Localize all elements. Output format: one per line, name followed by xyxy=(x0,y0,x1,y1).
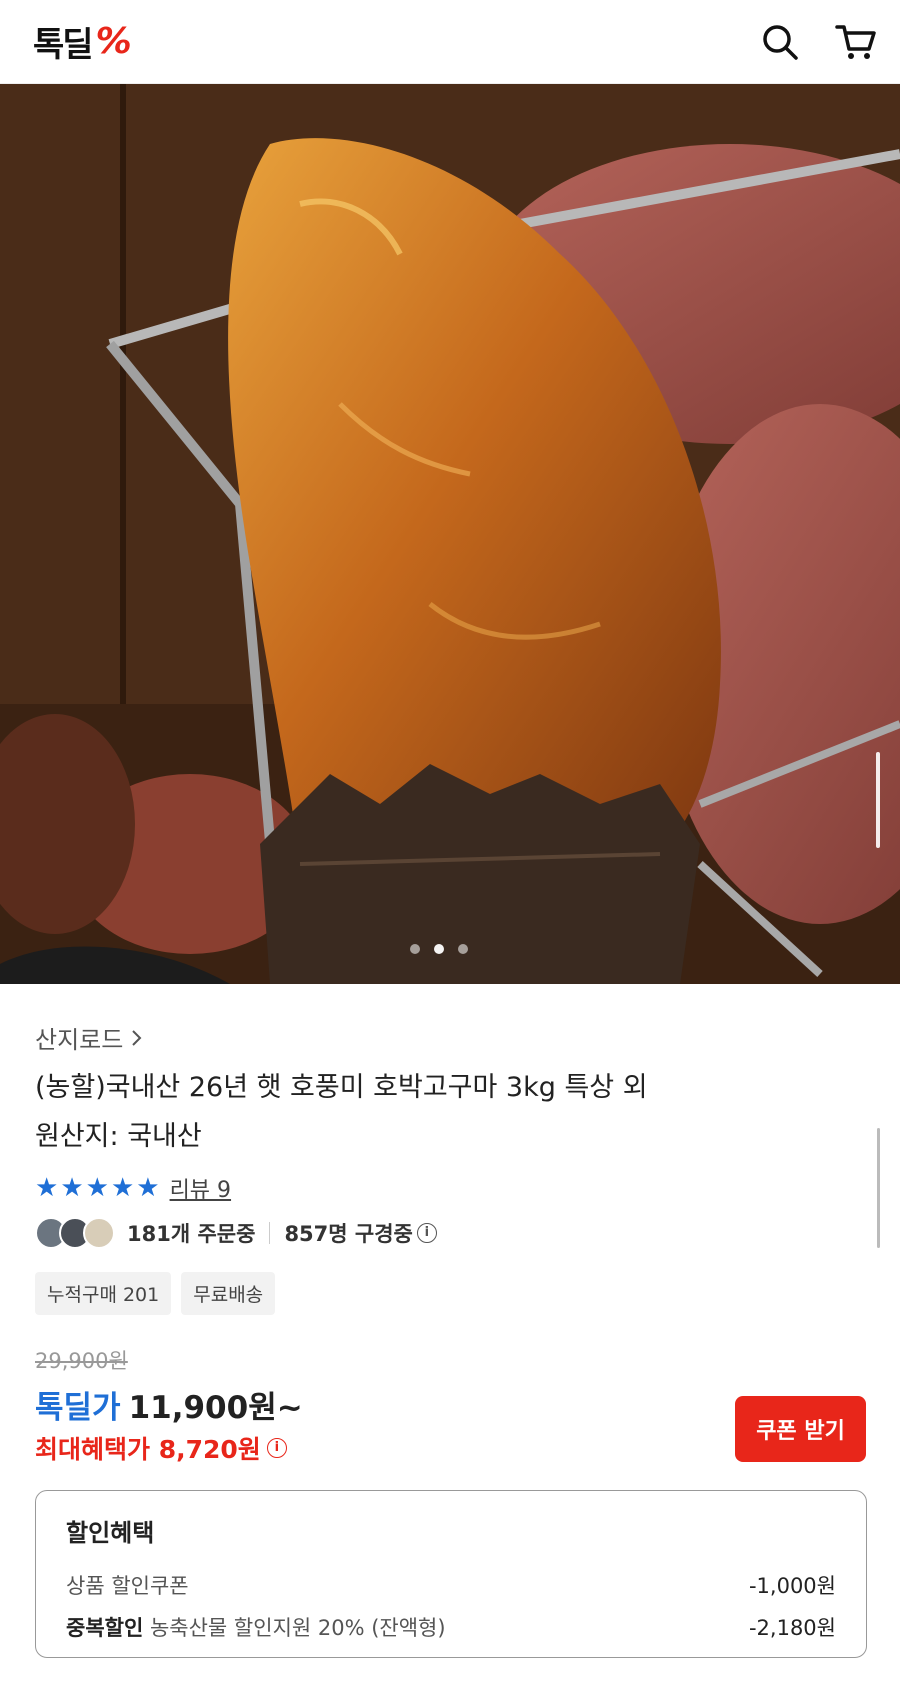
product-tags: 누적구매 201 무료배송 xyxy=(35,1272,276,1315)
benefit-label: 상품 할인쿠폰 xyxy=(66,1574,189,1598)
logo-text: 톡딜 xyxy=(33,24,94,65)
star-icon: ★ xyxy=(85,1173,109,1203)
avatar xyxy=(83,1217,115,1249)
order-count: 181개 주문중 xyxy=(127,1222,256,1246)
benefit-row: 상품 할인쿠폰 -1,000원 xyxy=(66,1570,836,1600)
buyer-avatars xyxy=(35,1217,115,1249)
info-icon[interactable]: i xyxy=(416,1223,437,1243)
benefit-amount: -2,180원 xyxy=(748,1616,836,1640)
get-coupon-button[interactable]: 쿠폰 받기 xyxy=(735,1396,866,1462)
divider xyxy=(269,1222,271,1244)
brand-name: 산지로드 xyxy=(35,1026,124,1054)
social-proof-row: 181개 주문중 857명 구경중 i xyxy=(35,1217,437,1249)
max-benefit-row: 최대혜택가 8,720원 i xyxy=(35,1430,287,1466)
carousel-dot-active[interactable] xyxy=(434,944,444,954)
carousel-dot[interactable] xyxy=(458,944,468,954)
brand-store-link[interactable]: 산지로드 xyxy=(35,1020,143,1055)
max-benefit-price: 최대혜택가 8,720원 xyxy=(35,1435,261,1464)
product-origin: 원산지: 국내산 xyxy=(35,1121,202,1152)
benefit-bold-label: 중복할인 xyxy=(66,1616,144,1640)
search-icon[interactable] xyxy=(758,20,802,64)
star-icon: ★ xyxy=(136,1173,160,1203)
product-title: (농할)국내산 26년 햇 호풍미 호박고구마 3kg 특상 외 xyxy=(35,1072,648,1103)
carousel-dots xyxy=(410,944,468,954)
benefits-title: 할인혜택 xyxy=(66,1519,155,1547)
original-price: 29,900원 xyxy=(35,1349,128,1373)
discount-benefits-box: 할인혜택 상품 할인쿠폰 -1,000원 중복할인 농축산물 할인지원 20% … xyxy=(35,1490,867,1658)
deal-label: 톡딜가 xyxy=(35,1390,121,1426)
info-icon[interactable]: i xyxy=(266,1438,287,1458)
cart-icon[interactable] xyxy=(834,20,878,64)
product-image-carousel[interactable] xyxy=(0,84,900,984)
deal-price: 11,900원~ xyxy=(128,1390,303,1426)
benefit-row: 중복할인 농축산물 할인지원 20% (잔액형) -2,180원 xyxy=(66,1612,836,1642)
benefit-label: 농축산물 할인지원 20% (잔액형) xyxy=(149,1616,446,1640)
viewer-count-text: 857명 구경중 xyxy=(284,1222,413,1246)
app-header: 톡딜 % xyxy=(0,0,900,84)
page-scrollbar[interactable] xyxy=(877,1128,880,1248)
star-icon: ★ xyxy=(110,1173,135,1203)
benefit-label-group: 중복할인 농축산물 할인지원 20% (잔액형) xyxy=(66,1612,446,1642)
review-link[interactable]: 리뷰 9 xyxy=(170,1172,231,1204)
chevron-right-icon xyxy=(132,1029,142,1046)
image-scroll-indicator xyxy=(876,752,880,848)
logo[interactable]: 톡딜 % xyxy=(33,18,132,65)
deal-price-row: 톡딜가 11,900원~ xyxy=(35,1382,303,1427)
tag-free-shipping: 무료배송 xyxy=(181,1272,276,1315)
viewer-count[interactable]: 857명 구경중 i xyxy=(284,1218,437,1248)
carousel-dot[interactable] xyxy=(410,944,420,954)
star-rating: ★ ★ ★ ★ ★ xyxy=(35,1175,160,1201)
star-icon: ★ xyxy=(60,1173,84,1203)
rating-row: ★ ★ ★ ★ ★ 리뷰 9 xyxy=(35,1172,231,1204)
tag-cumulative-purchase: 누적구매 201 xyxy=(35,1272,172,1315)
benefit-amount: -1,000원 xyxy=(748,1574,836,1598)
star-icon: ★ xyxy=(35,1173,59,1203)
logo-percent-mark: % xyxy=(95,20,132,62)
product-photo xyxy=(0,84,900,984)
